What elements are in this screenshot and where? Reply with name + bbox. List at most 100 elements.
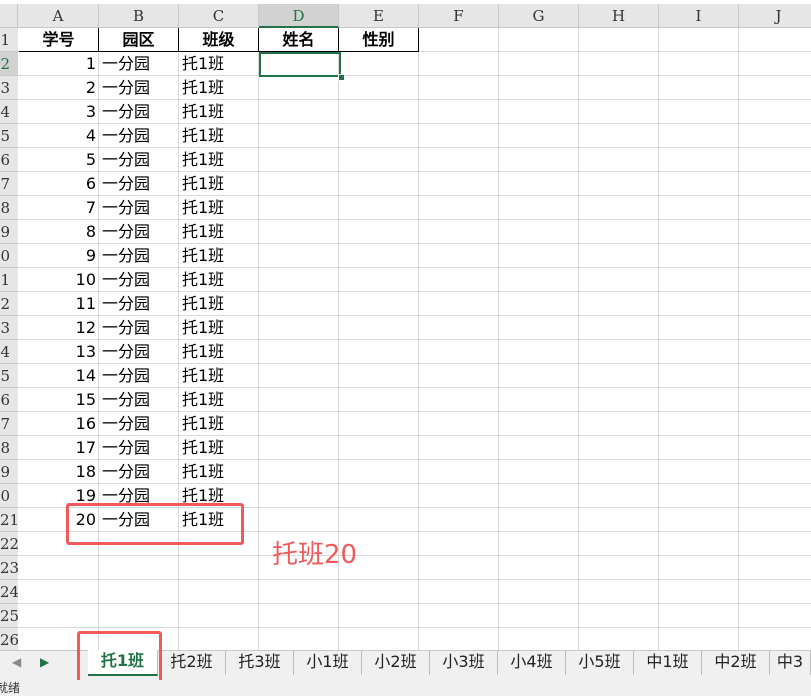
cell-student-id[interactable]: 15 bbox=[19, 388, 99, 412]
row-header-13[interactable]: 3 bbox=[0, 316, 18, 340]
cell-student-id[interactable]: 13 bbox=[19, 340, 99, 364]
cell-class[interactable]: 托1班 bbox=[179, 148, 259, 172]
row-header-12[interactable]: 2 bbox=[0, 292, 18, 316]
cell-class[interactable]: 托1班 bbox=[179, 124, 259, 148]
row-header-21[interactable]: 21 bbox=[0, 508, 18, 532]
row-header-5[interactable]: 5 bbox=[0, 124, 18, 148]
header-cell-e[interactable]: 性别 bbox=[339, 28, 419, 52]
active-cell-selection[interactable] bbox=[259, 52, 341, 77]
cell-campus[interactable]: 一分园 bbox=[99, 244, 179, 268]
column-header-e[interactable]: E bbox=[339, 4, 419, 28]
row-header-15[interactable]: 5 bbox=[0, 364, 18, 388]
cell-student-id[interactable]: 10 bbox=[19, 268, 99, 292]
cell-class[interactable]: 托1班 bbox=[179, 460, 259, 484]
cell-student-id[interactable]: 18 bbox=[19, 460, 99, 484]
column-header-h[interactable]: H bbox=[579, 4, 659, 28]
header-cell-c[interactable]: 班级 bbox=[179, 28, 259, 52]
fill-handle[interactable] bbox=[338, 74, 345, 81]
cell-student-id[interactable]: 7 bbox=[19, 196, 99, 220]
column-header-j[interactable]: J bbox=[739, 4, 811, 28]
row-header-6[interactable]: 6 bbox=[0, 148, 18, 172]
cell-campus[interactable]: 一分园 bbox=[99, 412, 179, 436]
column-header-f[interactable]: F bbox=[419, 4, 499, 28]
row-header-10[interactable]: 0 bbox=[0, 244, 18, 268]
column-header-g[interactable]: G bbox=[499, 4, 579, 28]
cell-student-id[interactable]: 11 bbox=[19, 292, 99, 316]
column-header-b[interactable]: B bbox=[99, 4, 179, 28]
row-header-17[interactable]: 7 bbox=[0, 412, 18, 436]
row-header-7[interactable]: 7 bbox=[0, 172, 18, 196]
row-header-11[interactable]: 1 bbox=[0, 268, 18, 292]
column-header-a[interactable]: A bbox=[18, 4, 99, 28]
cell-campus[interactable]: 一分园 bbox=[99, 292, 179, 316]
cell-class[interactable]: 托1班 bbox=[179, 196, 259, 220]
cell-campus[interactable]: 一分园 bbox=[99, 148, 179, 172]
row-header-23[interactable]: 23 bbox=[0, 556, 18, 580]
tab-scroll-right-icon[interactable]: ▶ bbox=[40, 655, 49, 669]
cell-class[interactable]: 托1班 bbox=[179, 340, 259, 364]
header-cell-a[interactable]: 学号 bbox=[19, 28, 99, 52]
cell-campus[interactable]: 一分园 bbox=[99, 364, 179, 388]
cell-class[interactable]: 托1班 bbox=[179, 220, 259, 244]
cell-student-id[interactable]: 8 bbox=[19, 220, 99, 244]
sheet-tab[interactable]: 托3班 bbox=[226, 651, 294, 675]
column-header-i[interactable]: I bbox=[659, 4, 739, 28]
row-header-22[interactable]: 22 bbox=[0, 532, 18, 556]
sheet-tab[interactable]: 中2班 bbox=[702, 651, 770, 675]
cell-class[interactable]: 托1班 bbox=[179, 316, 259, 340]
cell-campus[interactable]: 一分园 bbox=[99, 436, 179, 460]
cell-student-id[interactable]: 17 bbox=[19, 436, 99, 460]
cell-class[interactable]: 托1班 bbox=[179, 364, 259, 388]
cell-campus[interactable]: 一分园 bbox=[99, 196, 179, 220]
spreadsheet-grid[interactable]: ABCDEFGHIJ 1 2 3 4 5 6 7 8 9 0 1 2 3 4 5 6 7 8 9 0 21 22 23 24 2… bbox=[0, 0, 811, 650]
cell-class[interactable]: 托1班 bbox=[179, 436, 259, 460]
cell-class[interactable]: 托1班 bbox=[179, 268, 259, 292]
row-header-26[interactable]: 26 bbox=[0, 628, 18, 650]
cell-class[interactable]: 托1班 bbox=[179, 52, 259, 76]
cell-class[interactable]: 托1班 bbox=[179, 292, 259, 316]
row-header-24[interactable]: 24 bbox=[0, 580, 18, 604]
row-header-25[interactable]: 25 bbox=[0, 604, 18, 628]
sheet-tab[interactable]: 中3 bbox=[770, 651, 811, 675]
cell-class[interactable]: 托1班 bbox=[179, 100, 259, 124]
sheet-tab[interactable]: 小2班 bbox=[362, 651, 430, 675]
row-header-14[interactable]: 4 bbox=[0, 340, 18, 364]
cell-campus[interactable]: 一分园 bbox=[99, 340, 179, 364]
cell-class[interactable]: 托1班 bbox=[179, 412, 259, 436]
header-cell-d[interactable]: 姓名 bbox=[259, 28, 339, 52]
cell-campus[interactable]: 一分园 bbox=[99, 172, 179, 196]
cell-class[interactable]: 托1班 bbox=[179, 76, 259, 100]
cell-campus[interactable]: 一分园 bbox=[99, 388, 179, 412]
cell-student-id[interactable]: 4 bbox=[19, 124, 99, 148]
cell-campus[interactable]: 一分园 bbox=[99, 268, 179, 292]
sheet-tab[interactable]: 小5班 bbox=[566, 651, 634, 675]
row-header-1[interactable]: 1 bbox=[0, 28, 18, 52]
cell-student-id[interactable]: 1 bbox=[19, 52, 99, 76]
cell-student-id[interactable]: 6 bbox=[19, 172, 99, 196]
row-header-9[interactable]: 9 bbox=[0, 220, 18, 244]
sheet-tab[interactable]: 小3班 bbox=[430, 651, 498, 675]
cell-student-id[interactable]: 3 bbox=[19, 100, 99, 124]
row-header-18[interactable]: 8 bbox=[0, 436, 18, 460]
cell-student-id[interactable]: 16 bbox=[19, 412, 99, 436]
row-header-8[interactable]: 8 bbox=[0, 196, 18, 220]
row-header-20[interactable]: 0 bbox=[0, 484, 18, 508]
cell-student-id[interactable]: 14 bbox=[19, 364, 99, 388]
cell-class[interactable]: 托1班 bbox=[179, 172, 259, 196]
column-header-d[interactable]: D bbox=[259, 4, 339, 28]
tab-scroll-left-icon[interactable]: ◀ bbox=[12, 655, 21, 669]
cell-student-id[interactable]: 9 bbox=[19, 244, 99, 268]
cell-student-id[interactable]: 12 bbox=[19, 316, 99, 340]
row-header-4[interactable]: 4 bbox=[0, 100, 18, 124]
cell-class[interactable]: 托1班 bbox=[179, 388, 259, 412]
header-cell-b[interactable]: 园区 bbox=[99, 28, 179, 52]
cell-campus[interactable]: 一分园 bbox=[99, 460, 179, 484]
cell-class[interactable]: 托1班 bbox=[179, 244, 259, 268]
sheet-tab[interactable]: 小4班 bbox=[498, 651, 566, 675]
column-header-c[interactable]: C bbox=[179, 4, 259, 28]
sheet-tab[interactable]: 中1班 bbox=[634, 651, 702, 675]
row-header-2[interactable]: 2 bbox=[0, 52, 18, 76]
sheet-tab[interactable]: 小1班 bbox=[294, 651, 362, 675]
row-header-3[interactable]: 3 bbox=[0, 76, 18, 100]
cell-campus[interactable]: 一分园 bbox=[99, 76, 179, 100]
